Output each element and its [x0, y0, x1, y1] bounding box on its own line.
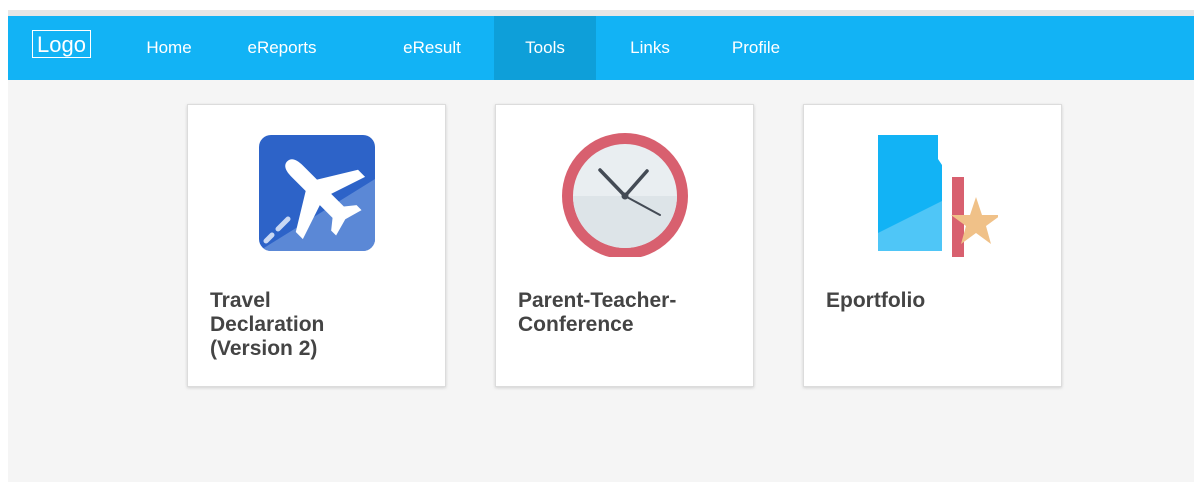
airplane-icon: [259, 135, 375, 251]
title-line: Eportfolio: [826, 289, 926, 312]
top-navbar: Logo Home eReports eResult Tools Links P…: [8, 16, 1194, 80]
tool-card-title: Parent-Teacher- Conference: [518, 289, 738, 337]
logo[interactable]: Logo: [32, 30, 91, 58]
portfolio-star-icon: [878, 135, 998, 257]
title-line: (Version 2): [210, 337, 318, 360]
tool-card-title: Travel Declaration (Version 2): [210, 289, 430, 361]
tool-card-travel-declaration[interactable]: Travel Declaration (Version 2): [187, 104, 446, 387]
app-frame: Logo Home eReports eResult Tools Links P…: [8, 10, 1194, 482]
nav-home[interactable]: Home: [132, 16, 206, 80]
tool-card-eportfolio[interactable]: Eportfolio: [803, 104, 1062, 387]
nav-profile[interactable]: Profile: [708, 16, 804, 80]
tool-card-title: Eportfolio: [826, 289, 1046, 313]
title-line: Parent-Teacher-: [518, 289, 677, 312]
title-line: Travel: [210, 289, 271, 312]
tool-card-parent-teacher-conference[interactable]: Parent-Teacher- Conference: [495, 104, 754, 387]
title-line: Conference: [518, 313, 634, 336]
nav-links[interactable]: Links: [610, 16, 690, 80]
title-line: Declaration: [210, 313, 325, 336]
nav-eresult[interactable]: eResult: [384, 16, 480, 80]
nav-tools[interactable]: Tools: [494, 16, 596, 80]
nav-ereports[interactable]: eReports: [232, 16, 332, 80]
clock-icon: [562, 133, 688, 257]
